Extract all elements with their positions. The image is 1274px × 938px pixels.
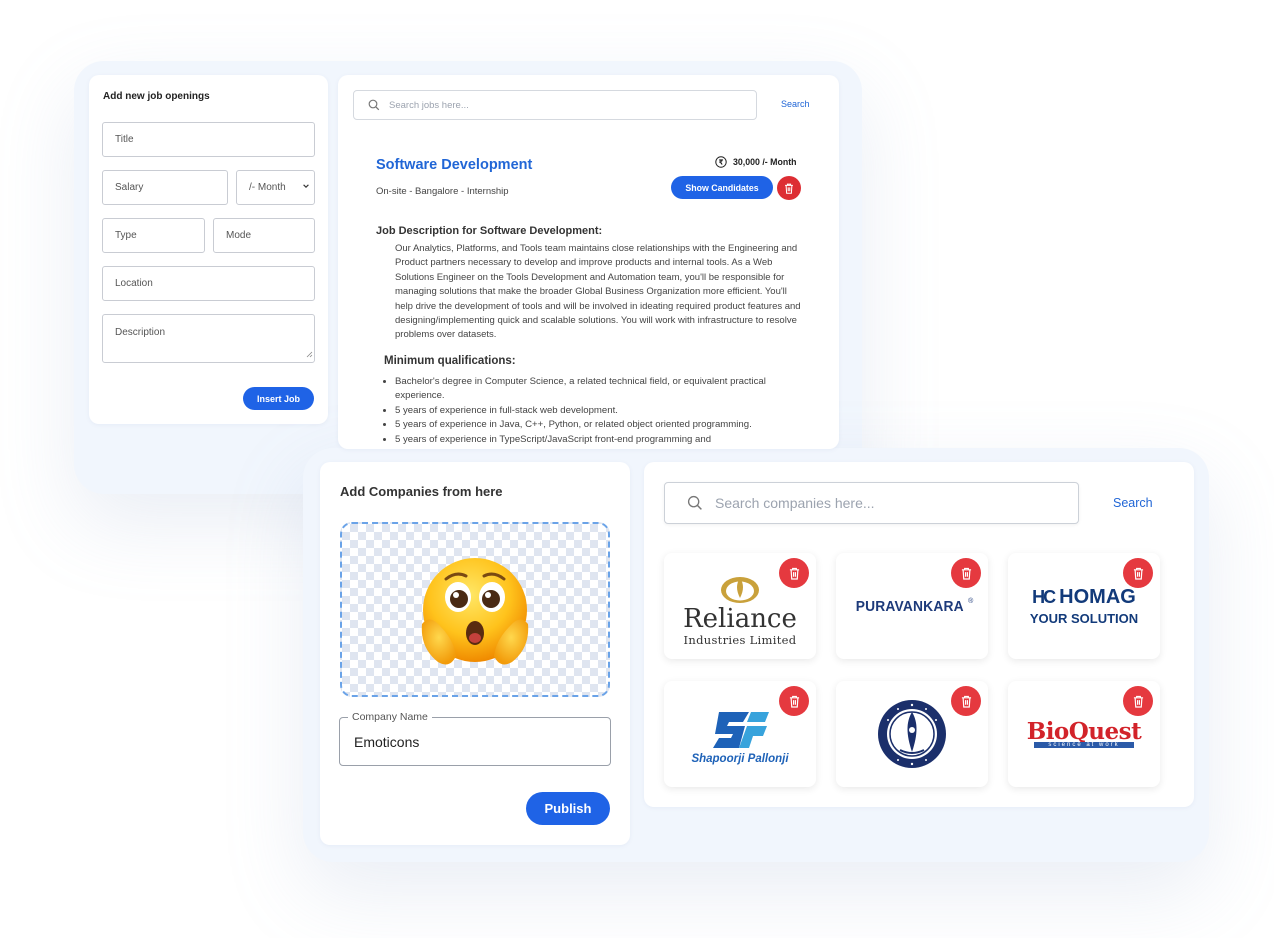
job-form-title: Add new job openings xyxy=(103,91,210,102)
job-search-button[interactable]: Search xyxy=(781,99,810,109)
companies-card: Search companies here... Search Reliance… xyxy=(644,462,1194,807)
svg-text:₹: ₹ xyxy=(719,158,724,166)
company-name-label: Company Name xyxy=(348,711,432,723)
publish-button[interactable]: Publish xyxy=(526,792,610,825)
trash-icon xyxy=(789,695,800,708)
shocked-face-emoji-icon xyxy=(418,556,533,676)
job-type-input[interactable]: Type xyxy=(102,218,205,253)
trash-icon xyxy=(789,567,800,580)
qualification-item: 5 years of experience in TypeScript/Java… xyxy=(395,433,796,447)
company-search-button[interactable]: Search xyxy=(1113,496,1153,510)
delete-company-button[interactable] xyxy=(951,686,981,716)
qualification-item: Bachelor's degree in Computer Science, a… xyxy=(395,375,796,404)
resize-handle-icon[interactable] xyxy=(306,350,313,361)
delete-company-button[interactable] xyxy=(779,686,809,716)
job-description-text: Our Analytics, Platforms, and Tools team… xyxy=(395,243,801,341)
qualifications-list: Bachelor's degree in Computer Science, a… xyxy=(376,375,796,447)
trash-icon xyxy=(961,567,972,580)
shapoorji-emblem-icon xyxy=(709,708,771,752)
reliance-flame-icon xyxy=(719,573,761,603)
rupee-icon: ₹ xyxy=(715,156,727,168)
salary-period-select[interactable]: /- Month xyxy=(236,170,315,205)
insert-job-button[interactable]: Insert Job xyxy=(243,387,314,410)
qualifications-heading: Minimum qualifications: xyxy=(384,355,516,367)
shapoorji-name: Shapoorji Pallonji xyxy=(691,752,789,765)
description-placeholder: Description xyxy=(115,327,166,338)
job-search-placeholder: Search jobs here... xyxy=(389,99,469,111)
job-search-input[interactable]: Search jobs here... xyxy=(353,90,757,120)
delete-job-button[interactable] xyxy=(777,176,801,200)
chevron-down-icon xyxy=(302,182,310,193)
homag-logo: HC HOMAG YOUR SOLUTION xyxy=(1030,586,1138,626)
bioquest-name: BioQuest xyxy=(1026,717,1142,745)
trash-icon xyxy=(961,695,972,708)
salary-period-value: /- Month xyxy=(249,182,286,193)
delete-company-button[interactable] xyxy=(779,558,809,588)
trash-icon xyxy=(1133,695,1144,708)
reliance-subtitle: Industries Limited xyxy=(683,633,797,647)
company-name-field[interactable]: Company Name Emoticons xyxy=(339,711,611,766)
trash-icon xyxy=(1133,567,1144,580)
job-salary-text: 30,000 /- Month xyxy=(733,157,797,167)
registered-mark-icon: ® xyxy=(968,597,974,605)
job-title[interactable]: Software Development xyxy=(376,157,532,173)
company-form-title: Add Companies from here xyxy=(340,484,503,499)
salary-input[interactable]: Salary xyxy=(102,170,228,205)
trash-icon xyxy=(784,183,794,194)
puravankara-logo-text: PURAVANKARA xyxy=(855,597,964,615)
job-title-input[interactable]: Title xyxy=(102,122,315,157)
company-name-value: Emoticons xyxy=(354,734,420,750)
delete-company-button[interactable] xyxy=(1123,558,1153,588)
qualification-item: 5 years of experience in Java, C++, Pyth… xyxy=(395,418,796,432)
job-salary: ₹ 30,000 /- Month xyxy=(715,156,797,168)
job-mode-placeholder: Mode xyxy=(226,230,252,241)
job-type-placeholder: Type xyxy=(115,230,137,241)
location-placeholder: Location xyxy=(115,278,153,289)
delete-company-button[interactable] xyxy=(951,558,981,588)
reliance-logo: Reliance Industries Limited xyxy=(683,573,797,647)
bioquest-logo: BioQuest science at work xyxy=(1026,717,1142,748)
company-form-card: Add Companies from here Company Name Emo… xyxy=(320,462,630,845)
reliance-name: Reliance xyxy=(683,604,797,634)
logo-upload-area[interactable] xyxy=(340,522,610,697)
job-mode-input[interactable]: Mode xyxy=(213,218,315,253)
homag-tagline: YOUR SOLUTION xyxy=(1029,611,1139,626)
job-title-placeholder: Title xyxy=(115,134,134,145)
company-search-placeholder: Search companies here... xyxy=(715,495,875,511)
job-description-heading: Job Description for Software Development… xyxy=(376,225,603,237)
search-icon xyxy=(368,99,380,111)
search-icon xyxy=(687,495,703,511)
salary-placeholder: Salary xyxy=(115,182,144,193)
description-textarea[interactable]: Description xyxy=(102,314,315,363)
job-meta: On-site - Bangalore - Internship xyxy=(376,186,509,197)
bioquest-tagline: science at work xyxy=(1034,741,1134,748)
delete-company-button[interactable] xyxy=(1123,686,1153,716)
homag-mark: HC xyxy=(1032,587,1056,607)
company-search-input[interactable]: Search companies here... xyxy=(664,482,1079,524)
shapoorji-logo: Shapoorji Pallonji xyxy=(691,708,789,765)
location-input[interactable]: Location xyxy=(102,266,315,301)
job-listing-card: Search jobs here... Search Software Deve… xyxy=(338,75,839,449)
qualification-item: 5 years of experience in full-stack web … xyxy=(395,404,796,418)
job-form-card: Add new job openings Title Salary /- Mon… xyxy=(89,75,328,424)
homag-name: HOMAG xyxy=(1059,586,1136,608)
show-candidates-button[interactable]: Show Candidates xyxy=(671,176,773,199)
university-seal-icon xyxy=(876,698,948,770)
